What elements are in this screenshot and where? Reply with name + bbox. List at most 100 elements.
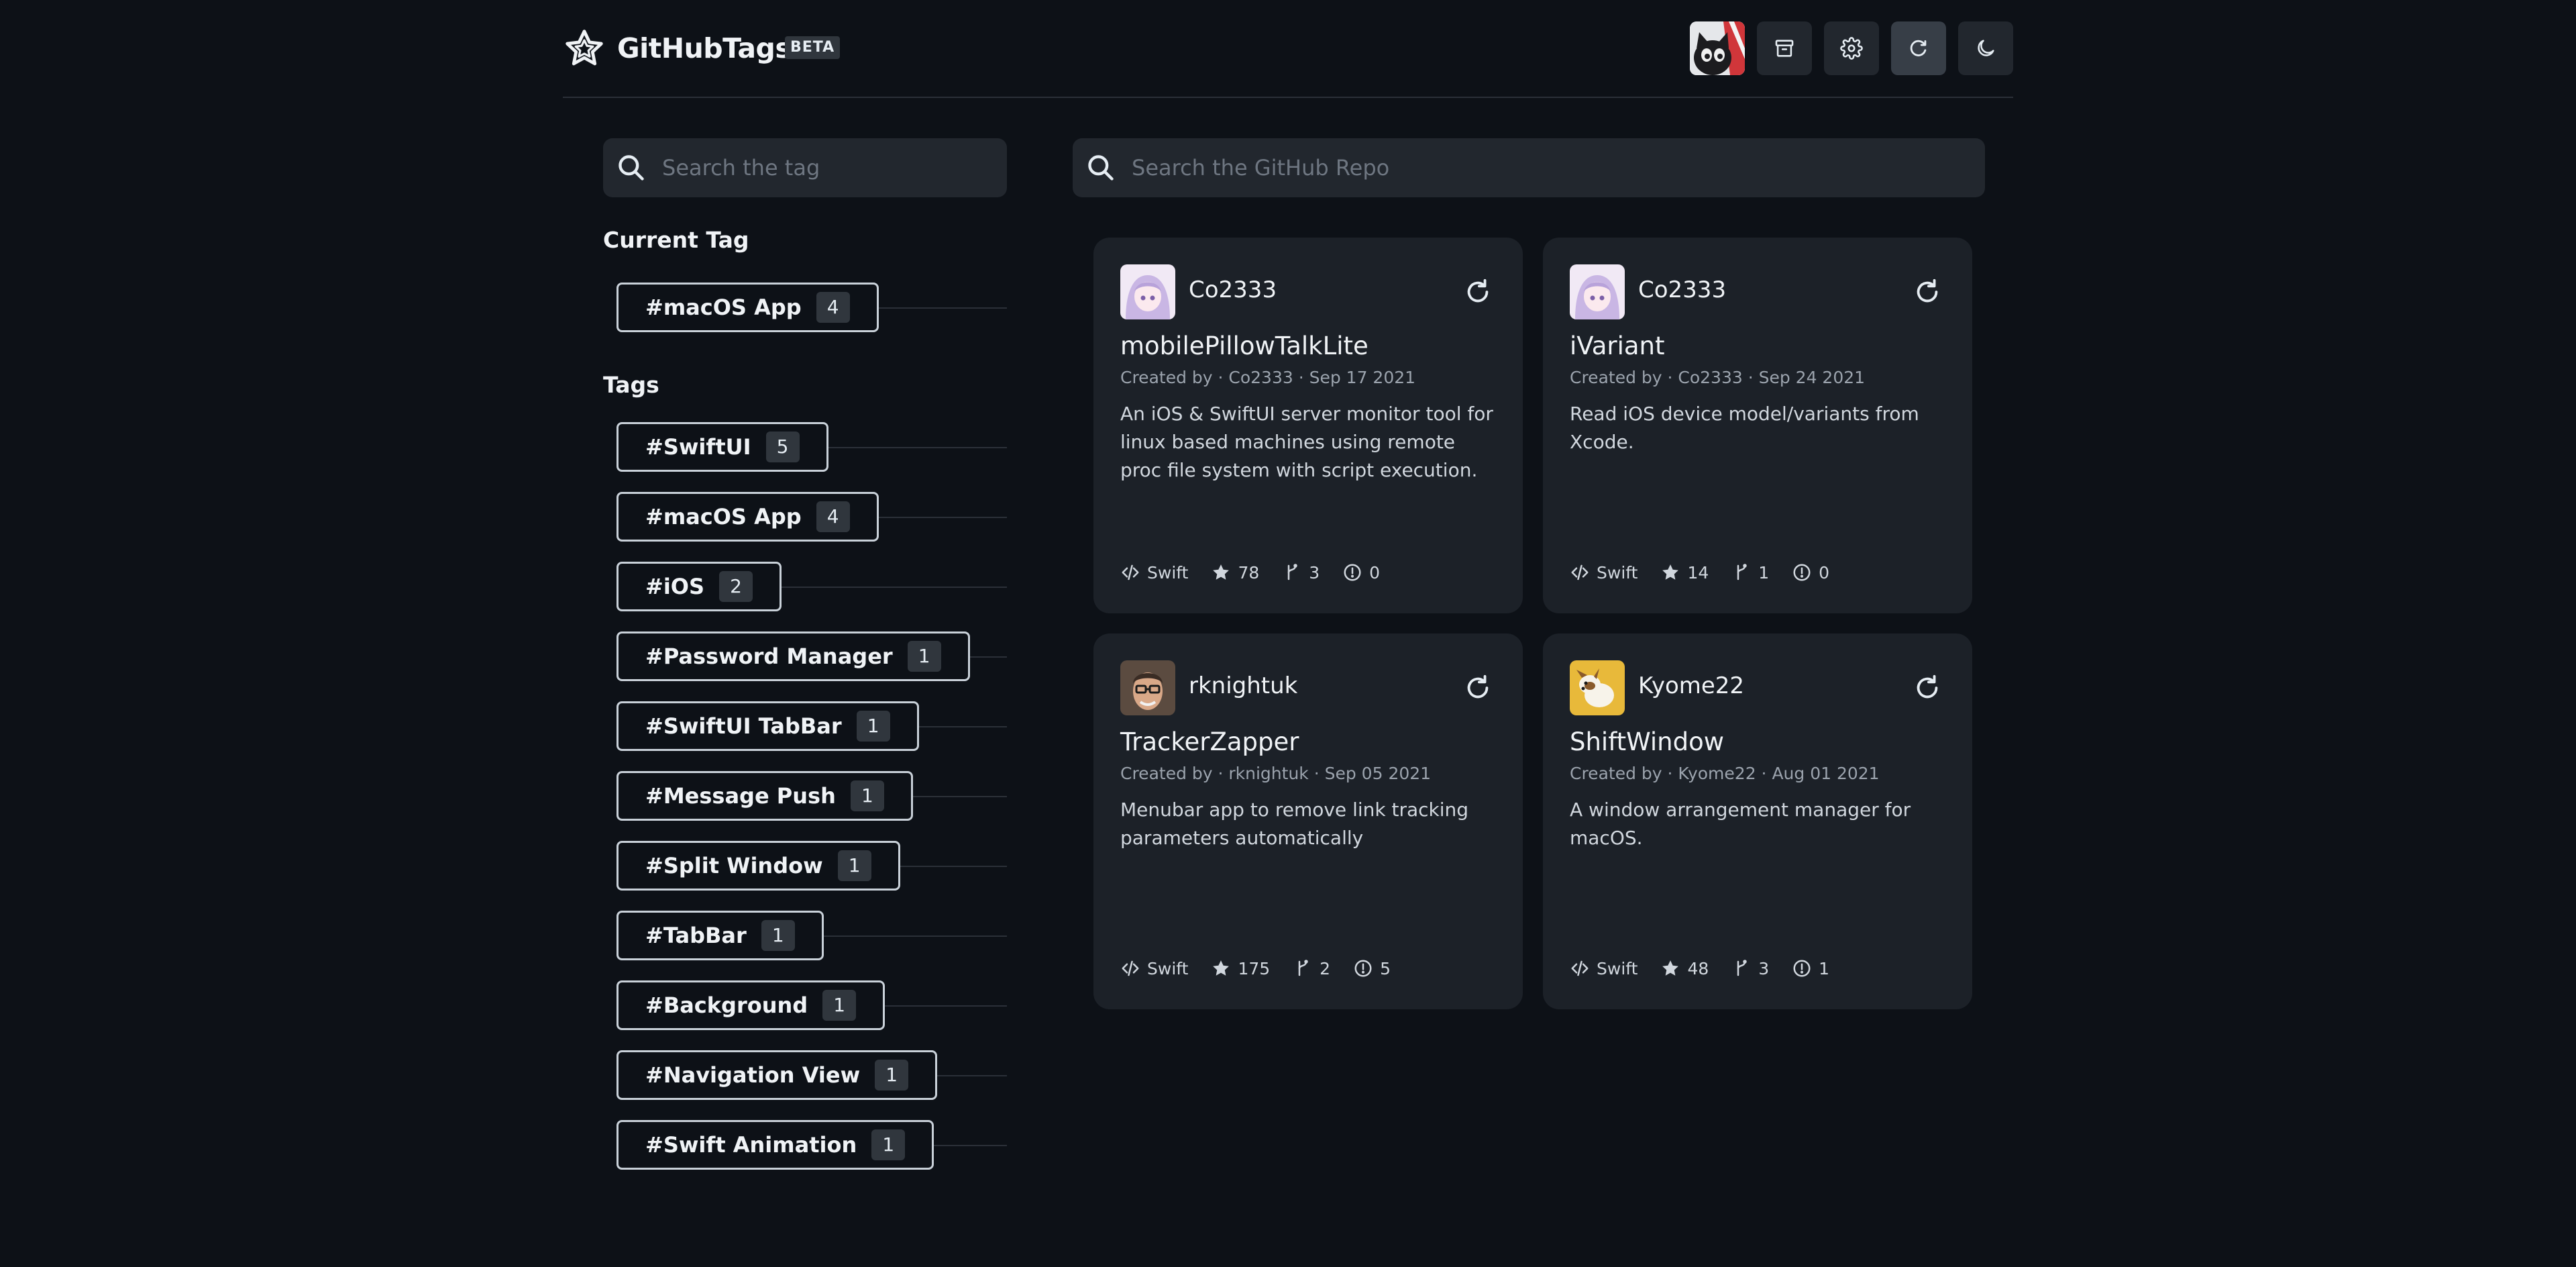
tag-chip-swiftui-tabbar[interactable]: #SwiftUI TabBar 1: [616, 701, 919, 751]
repo-search-input[interactable]: [1132, 138, 1970, 197]
tag-chip-split-window[interactable]: #Split Window 1: [616, 841, 900, 891]
star-icon: [1662, 564, 1679, 580]
issue-icon: [1344, 564, 1361, 581]
tag-name: #Split Window: [645, 853, 823, 878]
forks-count: 2: [1320, 958, 1331, 978]
language-stat: Swift: [1120, 958, 1188, 978]
refresh-icon[interactable]: [1462, 672, 1493, 703]
code-icon: [1122, 564, 1139, 580]
tag-name: #Background: [645, 993, 808, 1018]
repo-description: Read iOS device model/variants from Xcod…: [1570, 403, 1919, 453]
search-icon: [1088, 155, 1114, 181]
user-avatar-button[interactable]: [1690, 21, 1745, 75]
language-label: Swift: [1597, 958, 1638, 978]
tag-chip-macos-app[interactable]: #macOS App 4: [616, 492, 879, 542]
tag-search-box: [603, 138, 1007, 197]
user-avatar: [1690, 21, 1745, 75]
reload-button[interactable]: [1891, 21, 1946, 75]
tag-count: 5: [765, 432, 800, 462]
tag-row: #Background 1: [616, 980, 1007, 1030]
tag-row: #iOS 2: [616, 562, 1007, 611]
tag-name: #Password Manager: [645, 644, 893, 669]
tag-row: #Navigation View 1: [616, 1050, 1007, 1100]
tag-chip-swift-animation[interactable]: #Swift Animation 1: [616, 1120, 934, 1170]
tag-name: #SwiftUI TabBar: [645, 713, 842, 739]
current-tag-row: #macOS App 4: [616, 283, 1007, 332]
tag-row: #SwiftUI 5: [616, 422, 1007, 472]
fork-icon: [1288, 564, 1298, 580]
repo-description: Menubar app to remove link tracking para…: [1120, 799, 1469, 849]
tag-count: 1: [875, 1060, 909, 1091]
owner-name[interactable]: Kyome22: [1638, 672, 1744, 699]
header: GitHubTags BETA: [563, 0, 2013, 98]
tag-row: #macOS App 4: [616, 492, 1007, 542]
dark-mode-button[interactable]: [1958, 21, 2013, 75]
issues-stat: 0: [1342, 562, 1380, 582]
owner-name[interactable]: rknightuk: [1189, 672, 1297, 699]
tag-chip-tabbar[interactable]: #TabBar 1: [616, 911, 824, 960]
repo-meta: Created by · Co2333 · Sep 24 2021: [1570, 368, 1866, 387]
repo-name[interactable]: ShiftWindow: [1570, 727, 1724, 756]
repo-name[interactable]: TrackerZapper: [1120, 727, 1299, 756]
archive-icon: [1775, 40, 1794, 57]
repo-card[interactable]: Kyome22 ShiftWindow Created by · Kyome22…: [1543, 634, 1972, 1009]
tag-chip-swiftui[interactable]: #SwiftUI 5: [616, 422, 828, 472]
repo-meta: Created by · Co2333 · Sep 17 2021: [1120, 368, 1416, 387]
issues-stat: 0: [1792, 562, 1829, 582]
fork-icon: [1737, 564, 1748, 580]
repo-stats: Swift 14 1 0: [1570, 561, 1852, 584]
star-icon: [1213, 960, 1230, 976]
current-tag-chip[interactable]: #macOS App 4: [616, 283, 879, 332]
tag-count: 1: [837, 850, 871, 881]
tag-count: 1: [822, 990, 857, 1021]
tag-name: #iOS: [645, 574, 705, 599]
repo-name[interactable]: mobilePillowTalkLite: [1120, 332, 1368, 360]
code-icon: [1122, 960, 1139, 976]
repo-stats: Swift 48 3 1: [1570, 957, 1852, 980]
settings-button[interactable]: [1824, 21, 1879, 75]
repo-search-box: [1073, 138, 1985, 197]
language-stat: Swift: [1120, 562, 1188, 582]
repo-name[interactable]: iVariant: [1570, 332, 1665, 360]
tag-chip-message-push[interactable]: #Message Push 1: [616, 771, 913, 821]
tag-chip-ios[interactable]: #iOS 2: [616, 562, 782, 611]
tag-chip-navigation-view[interactable]: #Navigation View 1: [616, 1050, 938, 1100]
refresh-icon[interactable]: [1912, 672, 1943, 703]
star-logo-icon[interactable]: [563, 27, 606, 70]
tag-chip-password-manager[interactable]: #Password Manager 1: [616, 631, 970, 681]
code-icon: [1571, 564, 1589, 580]
search-icon: [619, 155, 644, 181]
repo-card[interactable]: rknightuk TrackerZapper Created by · rkn…: [1093, 634, 1523, 1009]
language-label: Swift: [1597, 562, 1638, 582]
issues-count: 0: [1819, 562, 1830, 582]
language-stat: Swift: [1570, 562, 1638, 582]
tag-row: #TabBar 1: [616, 911, 1007, 960]
tag-search-input[interactable]: [662, 138, 991, 197]
owner-name[interactable]: Co2333: [1638, 276, 1726, 303]
refresh-icon[interactable]: [1912, 276, 1943, 307]
repo-meta: Created by · rknightuk · Sep 05 2021: [1120, 764, 1432, 783]
owner-avatar: [1120, 660, 1175, 715]
star-icon: [1213, 564, 1230, 580]
tag-row: #Message Push 1: [616, 771, 1007, 821]
archive-button[interactable]: [1757, 21, 1812, 75]
tag-row: #Swift Animation 1: [616, 1120, 1007, 1170]
stars-count: 48: [1687, 958, 1709, 978]
tags-title: Tags: [603, 372, 659, 398]
tag-name: #SwiftUI: [645, 434, 751, 460]
repo-card[interactable]: Co2333 mobilePillowTalkLite Created by ·…: [1093, 238, 1523, 613]
forks-stat: 2: [1293, 958, 1330, 978]
fork-icon: [1737, 960, 1748, 976]
owner-name[interactable]: Co2333: [1189, 276, 1277, 303]
stars-stat: 14: [1660, 562, 1709, 582]
issue-icon: [1354, 960, 1372, 977]
tag-name: #Message Push: [645, 783, 836, 809]
gear-icon: [1840, 37, 1863, 60]
fork-icon: [1298, 960, 1308, 976]
refresh-icon[interactable]: [1462, 276, 1493, 307]
brand-name[interactable]: GitHubTags: [617, 30, 792, 67]
tag-chip-background[interactable]: #Background 1: [616, 980, 885, 1030]
repo-description: An iOS & SwiftUI server monitor tool for…: [1120, 403, 1493, 481]
repo-card[interactable]: Co2333 iVariant Created by · Co2333 · Se…: [1543, 238, 1972, 613]
language-label: Swift: [1147, 562, 1189, 582]
